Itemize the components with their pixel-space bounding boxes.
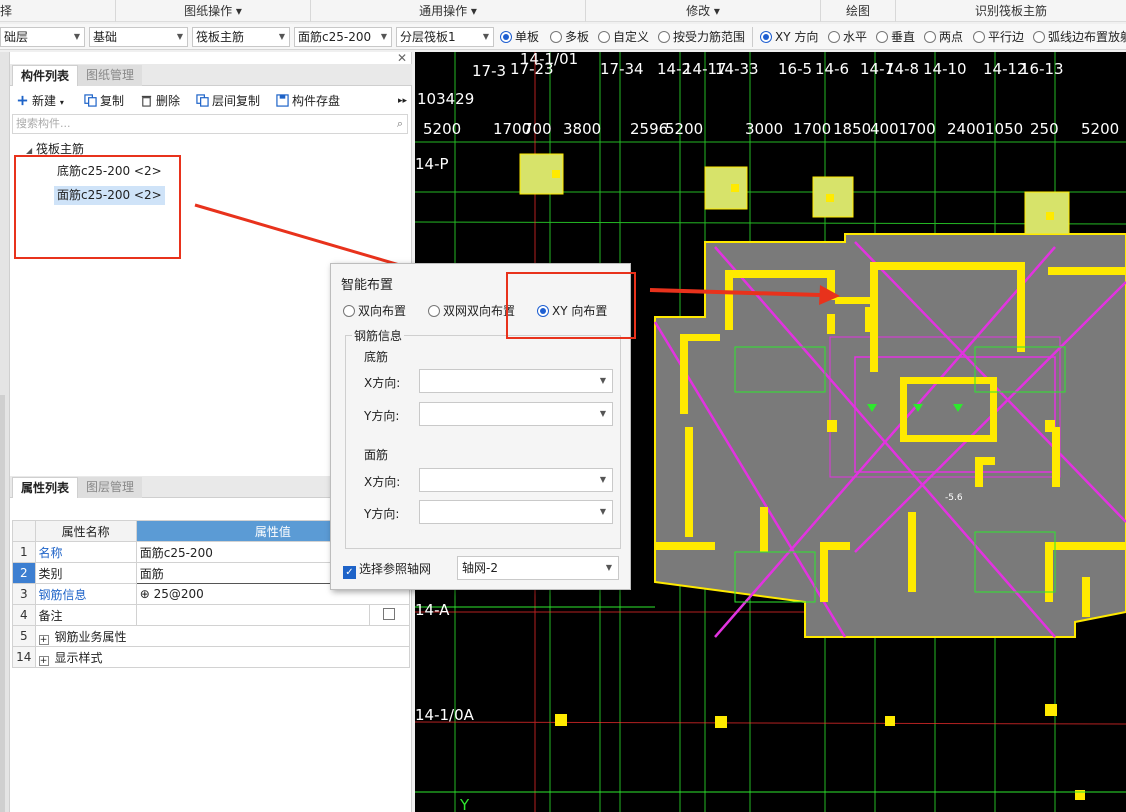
ref-axis-checkbox-label: 选择参照轴网 xyxy=(359,562,432,576)
dialog-title: 智能布置 xyxy=(341,278,394,293)
radio-icon xyxy=(428,305,440,317)
radio-icon xyxy=(343,305,355,317)
top-y-select[interactable]: ▼ xyxy=(419,500,613,524)
top-y-label: Y方向: xyxy=(364,507,400,521)
ref-axis-select[interactable]: 轴网-2 ▼ xyxy=(457,556,619,580)
bottom-x-label: X方向: xyxy=(364,376,401,390)
radio-two-way-label: 双向布置 xyxy=(358,304,407,318)
rebar-info-legend: 钢筋信息 xyxy=(352,327,405,344)
chevron-down-icon: ▼ xyxy=(599,409,606,418)
rebar-info-group: 钢筋信息 底筋 X方向: ▼ Y方向: ▼ 面筋 X方向: ▼ Y方向: ▼ xyxy=(345,327,621,549)
top-x-select[interactable]: ▼ xyxy=(419,468,613,492)
chevron-down-icon: ▼ xyxy=(599,475,606,484)
bottom-y-select[interactable]: ▼ xyxy=(419,402,613,426)
bottom-y-label: Y方向: xyxy=(364,409,400,423)
chevron-down-icon: ▼ xyxy=(599,376,606,385)
radio-double-net[interactable]: 双网双向布置 xyxy=(428,303,515,319)
smart-layout-dialog: 智能布置 双向布置 双网双向布置 XY 向布置 钢筋信息 底筋 X方向: ▼ Y… xyxy=(330,263,631,590)
bottom-x-select[interactable]: ▼ xyxy=(419,369,613,393)
radio-xy-layout[interactable]: XY 向布置 xyxy=(537,303,607,319)
chevron-down-icon: ▼ xyxy=(605,563,612,572)
radio-double-net-label: 双网双向布置 xyxy=(443,304,516,318)
chevron-down-icon: ▼ xyxy=(599,507,606,516)
top-rebar-label: 面筋 xyxy=(364,448,389,462)
ref-axis-value: 轴网-2 xyxy=(462,561,498,575)
ref-axis-checkbox[interactable]: ✓ 选择参照轴网 xyxy=(343,560,431,579)
radio-xy-layout-label: XY 向布置 xyxy=(552,304,608,318)
radio-two-way[interactable]: 双向布置 xyxy=(343,303,406,319)
radio-selected-icon xyxy=(537,305,549,317)
checkbox-checked-icon: ✓ xyxy=(343,566,356,579)
top-x-label: X方向: xyxy=(364,475,401,489)
bottom-rebar-label: 底筋 xyxy=(364,350,389,364)
